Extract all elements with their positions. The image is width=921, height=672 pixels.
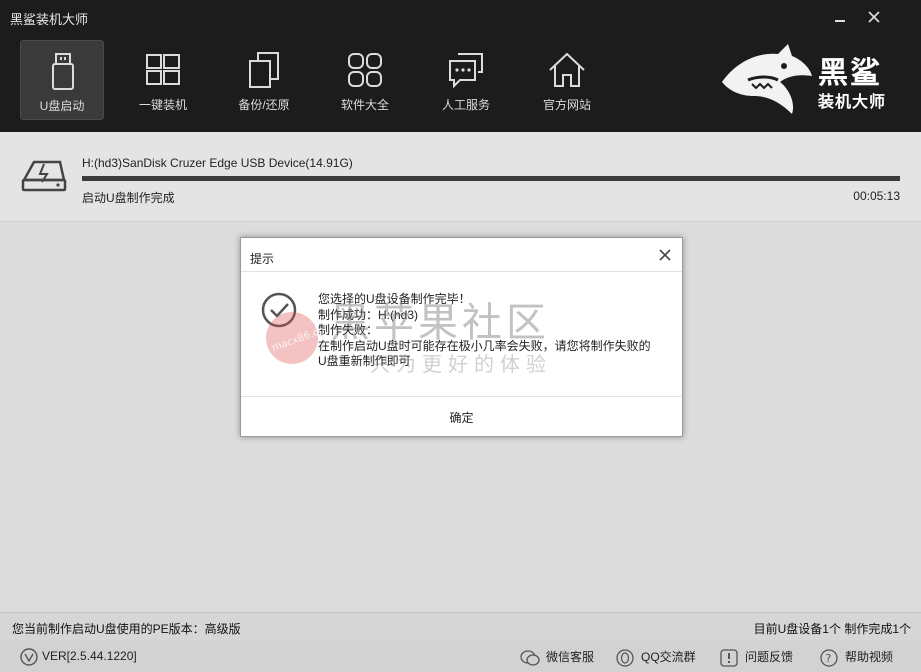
shark-logo-icon <box>722 44 812 114</box>
nav-item-one-click-install[interactable]: 一键装机 <box>121 40 205 120</box>
device-count-info: 目前U盘设备1个 制作完成1个 <box>753 622 911 636</box>
dialog-title: 提示 <box>250 252 275 266</box>
feedback-icon <box>720 649 738 667</box>
pe-version-info: 您当前制作启动U盘使用的PE版本：高级版 <box>12 622 241 636</box>
logo-text-sub: 装机大师 <box>818 94 887 111</box>
nav-label: 一键装机 <box>138 98 187 112</box>
qq-group-link[interactable]: QQ交流群 <box>615 648 696 667</box>
wechat-support-link[interactable]: 微信客服 <box>520 648 594 667</box>
device-row: H:(hd3)SanDisk Cruzer Edge USB Device(14… <box>0 132 921 222</box>
device-status: 启动U盘制作完成 <box>82 191 175 205</box>
dialog-header: 提示 <box>241 238 682 272</box>
copy-icon <box>249 52 279 88</box>
dialog-line: U盘重新制作即可 <box>318 354 411 368</box>
nav-item-software[interactable]: 软件大全 <box>323 40 407 120</box>
app-title: 黑鲨装机大师 <box>10 12 89 27</box>
progress-bar <box>82 176 900 181</box>
ok-button[interactable]: 确定 <box>241 409 682 426</box>
nav-label: 备份/还原 <box>238 98 290 112</box>
disk-drive-icon <box>21 160 67 192</box>
nav-label: 人工服务 <box>441 98 490 112</box>
notice-dialog: 提示 您选择的U盘设备制作完毕！ 制作成功：H:(hd3) 制作失败： 在制作启… <box>240 237 683 437</box>
nav-item-service[interactable]: 人工服务 <box>424 40 508 120</box>
dialog-footer: 确定 <box>241 396 682 436</box>
dialog-close-icon[interactable] <box>658 248 672 262</box>
nav-label: U盘启动 <box>39 99 85 113</box>
nav-item-website[interactable]: 官方网站 <box>525 40 609 120</box>
dialog-line: 制作失败： <box>318 323 379 337</box>
dialog-line: 在制作启动U盘时可能存在极小几率会失败，请您将制作失败的 <box>318 338 651 353</box>
qq-icon <box>616 649 634 667</box>
help-video-link[interactable]: ? 帮助视频 <box>819 648 893 667</box>
progress-fill <box>82 176 900 181</box>
main-nav: U盘启动 一键装机 备份/还原 软件大全 人工服务 官方网站 <box>20 40 626 120</box>
nav-label: 软件大全 <box>340 98 389 112</box>
elapsed-time: 00:05:13 <box>853 189 900 203</box>
footer: VER[2.5.44.1220] 微信客服 QQ交流群 问题反馈 ? 帮助视频 <box>0 640 921 672</box>
device-name: H:(hd3)SanDisk Cruzer Edge USB Device(14… <box>82 156 353 170</box>
dialog-message: 您选择的U盘设备制作完毕！ 制作成功：H:(hd3) 制作失败： 在制作启动U盘… <box>318 292 668 370</box>
usb-drive-icon <box>52 53 74 90</box>
wechat-icon <box>520 650 540 666</box>
windows-icon <box>146 54 180 85</box>
dialog-line: 制作成功：H:(hd3) <box>318 307 419 322</box>
home-icon <box>549 52 585 87</box>
nav-item-usb-boot[interactable]: U盘启动 <box>20 40 104 120</box>
success-check-icon <box>261 292 297 328</box>
help-icon: ? <box>820 649 838 667</box>
footer-link-label: 帮助视频 <box>845 650 894 664</box>
minimize-icon[interactable] <box>830 8 850 28</box>
chat-icon <box>449 53 483 89</box>
footer-link-label: QQ交流群 <box>641 650 696 664</box>
top-bar: 黑鲨装机大师 U盘启动 一键装机 备份/还原 软件大全 人工服务 官方网站 黑鲨… <box>0 0 921 132</box>
svg-text:?: ? <box>826 652 832 665</box>
nav-label: 官方网站 <box>542 98 591 112</box>
title-bar: 黑鲨装机大师 <box>0 0 921 34</box>
dialog-line: 您选择的U盘设备制作完毕！ <box>318 292 471 306</box>
footer-link-label: 问题反馈 <box>745 650 794 664</box>
version-icon <box>20 648 38 666</box>
nav-item-backup-restore[interactable]: 备份/还原 <box>222 40 306 120</box>
close-icon[interactable] <box>864 8 884 28</box>
version: VER[2.5.44.1220] <box>20 648 137 666</box>
info-bar: 您当前制作启动U盘使用的PE版本：高级版 目前U盘设备1个 制作完成1个 <box>0 612 921 640</box>
footer-link-label: 微信客服 <box>546 650 595 664</box>
feedback-link[interactable]: 问题反馈 <box>719 648 793 667</box>
apps-grid-icon <box>348 53 382 87</box>
brand-logo: 黑鲨 装机大师 <box>718 42 890 118</box>
logo-text-main: 黑鲨 <box>818 57 882 90</box>
version-text: VER[2.5.44.1220] <box>42 649 137 664</box>
